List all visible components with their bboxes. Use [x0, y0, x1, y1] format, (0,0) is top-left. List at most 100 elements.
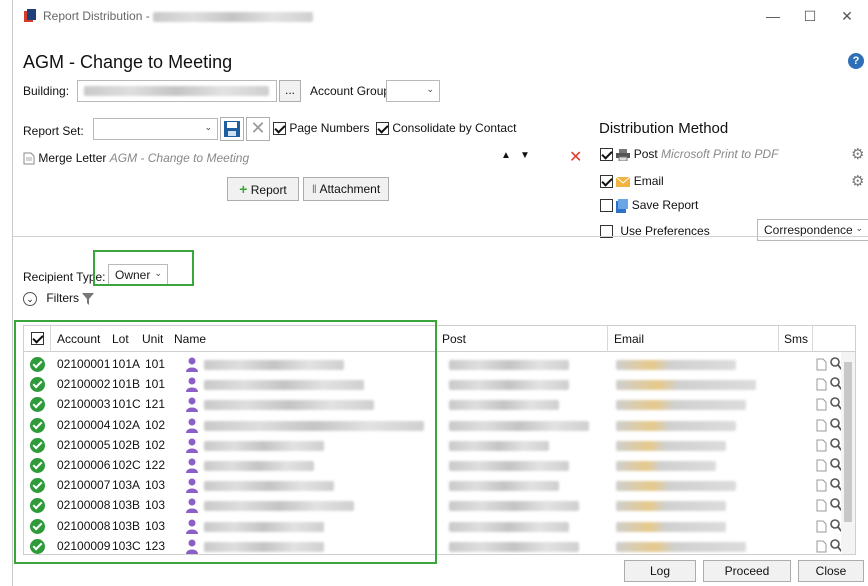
consolidate-checkbox[interactable] — [376, 122, 389, 136]
cell-post-redacted — [449, 360, 569, 370]
post-option[interactable]: Post Microsoft Print to PDF — [600, 147, 779, 162]
page-numbers-option[interactable]: Page Numbers — [273, 121, 370, 136]
save-report-label: Save Report — [631, 198, 699, 212]
chevron-down-icon: ⌄ — [855, 223, 863, 233]
close-window-button[interactable]: ✕ — [832, 6, 862, 26]
cell-post-redacted — [449, 501, 579, 512]
plus-icon: + — [239, 181, 248, 197]
document-icon[interactable] — [816, 439, 827, 452]
account-group-select[interactable]: ⌄ — [386, 80, 440, 102]
cell-post-redacted — [449, 481, 559, 492]
cell-email-redacted — [616, 360, 736, 370]
column-divider — [778, 326, 779, 352]
paperclip-icon: ‖ — [311, 182, 317, 196]
highlight-recipient-type — [93, 250, 194, 286]
grid-scrollbar[interactable] — [841, 352, 855, 554]
document-icon[interactable] — [816, 540, 827, 553]
document-icon[interactable] — [816, 398, 827, 411]
email-label: Email — [633, 174, 664, 188]
account-group-label: Account Group: — [310, 84, 394, 98]
cell-email-redacted — [616, 440, 726, 451]
building-field[interactable] — [77, 80, 277, 102]
filters-toggle[interactable]: ⌄ Filters — [23, 291, 95, 306]
save-report-set-button[interactable] — [220, 117, 244, 141]
cell-email-redacted — [616, 400, 746, 411]
post-printer: Microsoft Print to PDF — [661, 147, 779, 161]
move-down-arrow[interactable]: ▼ — [520, 150, 530, 161]
add-attachment-button[interactable]: ‖ Attachment — [303, 177, 389, 201]
move-up-arrow[interactable]: ▲ — [501, 150, 511, 161]
preferences-select[interactable]: Correspondence ⌄ — [757, 219, 868, 241]
proceed-button[interactable]: Proceed — [703, 560, 791, 582]
column-divider — [812, 326, 813, 352]
filters-label: Filters — [46, 291, 80, 305]
cell-post-redacted — [449, 541, 579, 552]
building-browse-button[interactable]: ... — [279, 80, 301, 102]
close-icon: ✕ — [250, 118, 266, 138]
save-report-option[interactable]: Save Report — [600, 198, 698, 213]
page-numbers-checkbox[interactable] — [273, 122, 286, 136]
preferences-select-value: Correspondence — [764, 223, 853, 237]
consolidate-option[interactable]: Consolidate by Contact — [376, 121, 517, 136]
maximize-button[interactable]: ☐ — [795, 6, 825, 26]
building-value-redacted — [84, 86, 269, 96]
email-option[interactable]: Email — [600, 174, 664, 189]
chevron-down-icon: ⌄ — [204, 122, 212, 132]
cell-post-redacted — [449, 461, 569, 471]
app-icon — [24, 9, 36, 22]
merge-letter-item[interactable]: Merge Letter AGM - Change to Meeting — [23, 151, 249, 165]
document-icon[interactable] — [816, 378, 827, 391]
document-icon[interactable] — [816, 520, 827, 533]
add-attachment-label: Attachment — [319, 182, 381, 196]
consolidate-label: Consolidate by Contact — [392, 121, 517, 135]
document-icon[interactable] — [816, 459, 827, 472]
cell-email-redacted — [616, 541, 746, 552]
distribution-method-title: Distribution Method — [599, 120, 729, 137]
close-button[interactable]: Close — [798, 560, 864, 582]
printer-icon — [616, 148, 631, 162]
filter-icon — [82, 292, 95, 305]
report-set-select[interactable]: ⌄ — [93, 118, 218, 140]
post-gear-icon[interactable]: ⚙ — [851, 145, 864, 163]
minimize-button[interactable]: — — [758, 6, 788, 26]
email-gear-icon[interactable]: ⚙ — [851, 172, 864, 190]
cell-post-redacted — [449, 400, 559, 411]
email-checkbox[interactable] — [600, 175, 613, 189]
header-post[interactable]: Post — [442, 332, 466, 346]
log-button[interactable]: Log — [624, 560, 696, 582]
document-icon[interactable] — [816, 479, 827, 492]
document-icon[interactable] — [816, 358, 827, 371]
document-icon — [23, 152, 35, 165]
scrollbar-thumb[interactable] — [844, 362, 852, 522]
page-title: AGM - Change to Meeting — [23, 52, 233, 72]
post-label: Post — [633, 147, 658, 161]
add-report-button[interactable]: + Report — [227, 177, 299, 201]
cell-post-redacted — [449, 420, 589, 431]
save-report-icon — [616, 198, 629, 213]
cell-post-redacted — [449, 440, 549, 451]
document-icon[interactable] — [816, 499, 827, 512]
merge-letter-type: Merge Letter — [38, 151, 107, 165]
building-label: Building: — [23, 84, 70, 98]
document-icon[interactable] — [816, 419, 827, 432]
cell-email-redacted — [616, 501, 726, 512]
save-report-checkbox[interactable] — [600, 199, 613, 213]
header-sms[interactable]: Sms — [784, 332, 808, 346]
post-checkbox[interactable] — [600, 148, 613, 162]
add-report-label: Report — [250, 183, 287, 197]
highlight-account-columns — [14, 320, 437, 564]
cell-email-redacted — [616, 380, 756, 391]
delete-report-set-button[interactable]: ✕ — [246, 117, 270, 141]
cell-email-redacted — [616, 481, 736, 492]
remove-item-icon[interactable]: ✕ — [569, 147, 582, 167]
cell-post-redacted — [449, 521, 569, 532]
page-numbers-label: Page Numbers — [289, 121, 370, 135]
help-icon[interactable]: ? — [848, 53, 864, 69]
floppy-disk-icon — [224, 121, 240, 137]
header-email[interactable]: Email — [614, 332, 644, 346]
envelope-icon — [616, 176, 631, 187]
window-title: Report Distribution - — [43, 9, 314, 23]
report-distribution-window: Report Distribution - — ☐ ✕ AGM - Change… — [12, 0, 868, 586]
cell-post-redacted — [449, 380, 569, 391]
report-set-label: Report Set: — [23, 124, 84, 138]
